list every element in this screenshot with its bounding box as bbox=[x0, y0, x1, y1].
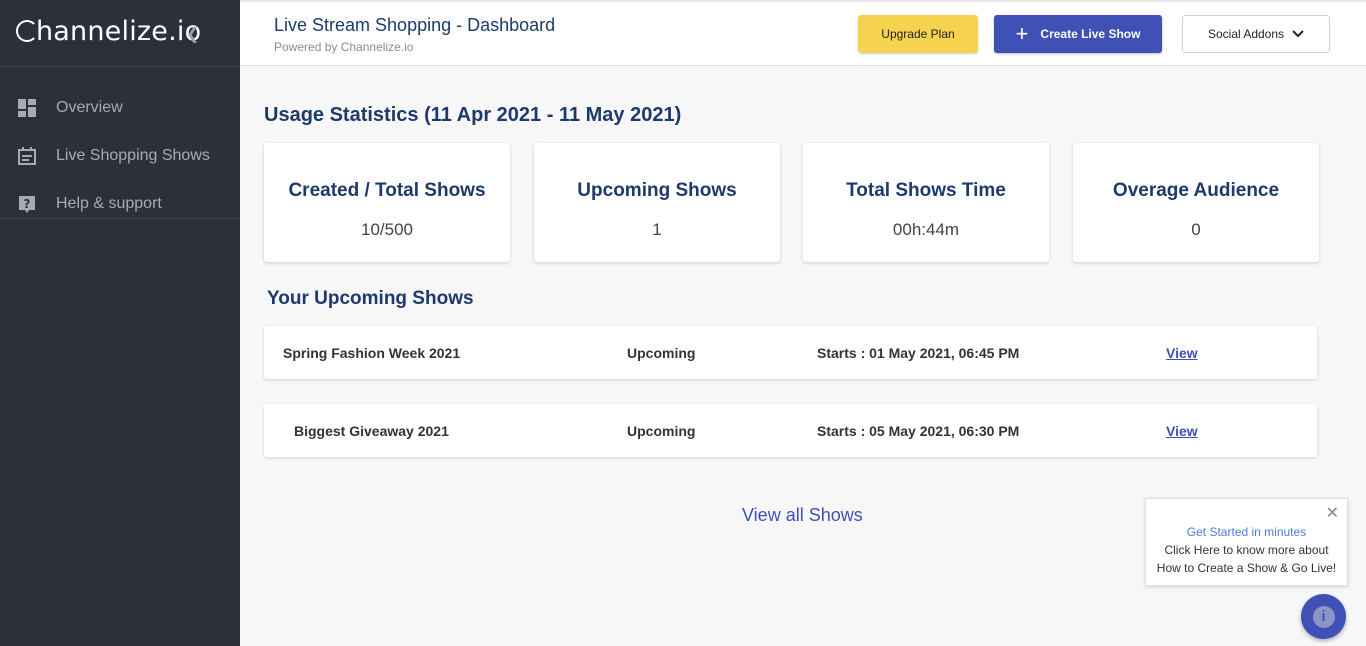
stat-value: 00h:44m bbox=[892, 220, 960, 239]
help-icon: ? bbox=[18, 195, 36, 213]
logo-bubble-icon bbox=[16, 20, 38, 42]
stat-value: 10/500 bbox=[361, 220, 413, 239]
table-row: Spring Fashion Week 2021 Upcoming Starts… bbox=[264, 326, 1317, 379]
popup-heading: Get Started in minutes bbox=[1186, 525, 1307, 539]
popup-text-line2: How to Create a Show & Go Live! bbox=[1156, 561, 1337, 575]
dashboard-icon bbox=[18, 99, 36, 117]
view-show-link[interactable]: View bbox=[1166, 423, 1198, 439]
collapse-sidebar-icon[interactable]: ❮ bbox=[186, 24, 199, 44]
stat-label: Created / Total Shows bbox=[288, 180, 486, 201]
stat-label: Total Shows Time bbox=[846, 180, 1006, 201]
close-icon[interactable]: ✕ bbox=[1326, 503, 1339, 523]
logo-row: hannelize.io ❮ bbox=[0, 0, 240, 67]
page-subtitle: Powered by Channelize.io bbox=[274, 40, 414, 54]
sidebar: hannelize.io ❮ Overview Live Shopping Sh… bbox=[0, 0, 240, 646]
stat-label: Overage Audience bbox=[1112, 180, 1280, 201]
page-title: Live Stream Shopping - Dashboard bbox=[274, 15, 556, 35]
show-name: Biggest Giveaway 2021 bbox=[294, 423, 449, 439]
view-show-link[interactable]: View bbox=[1166, 345, 1198, 361]
calendar-icon bbox=[18, 147, 36, 165]
stat-card-total-time: Total Shows Time 00h:44m bbox=[803, 143, 1049, 262]
show-status: Upcoming bbox=[627, 345, 696, 361]
logo-text: hannelize.io bbox=[36, 16, 202, 47]
stat-label: Upcoming Shows bbox=[577, 180, 737, 201]
show-name: Spring Fashion Week 2021 bbox=[283, 345, 461, 361]
show-start-time: Starts : 05 May 2021, 06:30 PM bbox=[817, 423, 1020, 439]
channelize-logo[interactable]: hannelize.io bbox=[16, 16, 201, 47]
sidebar-item-overview[interactable]: Overview bbox=[0, 84, 240, 132]
plus-icon: + bbox=[1015, 21, 1029, 46]
upgrade-plan-button[interactable]: Upgrade Plan bbox=[858, 15, 978, 53]
upgrade-plan-label: Upgrade Plan bbox=[881, 27, 955, 41]
stat-value: 0 bbox=[1191, 220, 1201, 239]
get-started-popup[interactable]: ✕ Get Started in minutes Click Here to k… bbox=[1145, 498, 1348, 586]
upcoming-shows-title: Your Upcoming Shows bbox=[267, 288, 474, 309]
create-live-show-button[interactable]: + Create Live Show bbox=[994, 15, 1162, 53]
popup-text-line1: Click Here to know more about bbox=[1164, 543, 1329, 557]
stat-card-upcoming: Upcoming Shows 1 bbox=[534, 143, 780, 262]
stat-card-overage-audience: Overage Audience 0 bbox=[1073, 143, 1319, 262]
sidebar-item-live-shopping-shows[interactable]: Live Shopping Shows bbox=[0, 132, 240, 180]
stat-card-created-total: Created / Total Shows 10/500 bbox=[264, 143, 510, 262]
usage-statistics-title: Usage Statistics (11 Apr 2021 - 11 May 2… bbox=[264, 104, 682, 126]
table-row: Biggest Giveaway 2021 Upcoming Starts : … bbox=[264, 404, 1317, 457]
show-start-time: Starts : 01 May 2021, 06:45 PM bbox=[817, 345, 1020, 361]
social-addons-label: Social Addons bbox=[1207, 27, 1285, 41]
svg-text:?: ? bbox=[24, 197, 31, 211]
top-bar: Live Stream Shopping - Dashboard Powered… bbox=[240, 0, 1366, 66]
show-status: Upcoming bbox=[627, 423, 696, 439]
social-addons-dropdown[interactable]: Social Addons bbox=[1182, 15, 1330, 53]
create-live-show-label: Create Live Show bbox=[1040, 27, 1141, 41]
sidebar-item-label: Overview bbox=[56, 99, 123, 116]
chevron-down-icon bbox=[1292, 27, 1304, 41]
sidebar-item-help-support[interactable]: ? Help & support bbox=[0, 180, 240, 228]
sidebar-nav: Overview Live Shopping Shows ? Help & su… bbox=[0, 67, 240, 219]
info-icon: i bbox=[1312, 605, 1335, 628]
info-button[interactable]: i bbox=[1301, 594, 1346, 639]
view-all-shows-link[interactable]: View all Shows bbox=[742, 505, 863, 526]
stat-value: 1 bbox=[652, 220, 662, 239]
sidebar-item-label: Help & support bbox=[56, 195, 162, 212]
sidebar-item-label: Live Shopping Shows bbox=[56, 147, 210, 164]
